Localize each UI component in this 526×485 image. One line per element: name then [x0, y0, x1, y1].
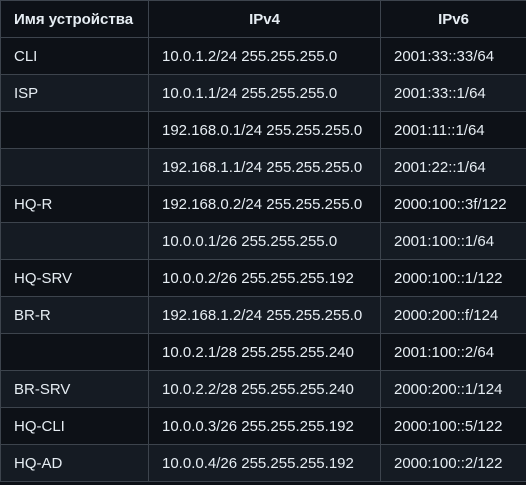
cell-device: ISP	[0, 74, 149, 112]
cell-ipv6: 2001:100::1/64	[380, 222, 526, 260]
header-device: Имя устройства	[0, 0, 149, 38]
cell-device	[0, 333, 149, 371]
cell-ipv6: 2001:11::1/64	[380, 111, 526, 149]
table-row: BR-R 192.168.1.2/24 255.255.255.0 2000:2…	[0, 296, 526, 334]
cell-device	[0, 148, 149, 186]
cell-ipv4: 192.168.0.2/24 255.255.255.0	[148, 185, 381, 223]
cell-ipv6: 2000:100::2/122	[380, 444, 526, 482]
cell-device	[0, 222, 149, 260]
address-table: Имя устройства IPv4 IPv6 CLI 10.0.1.2/24…	[0, 0, 526, 482]
cell-ipv4: 192.168.0.1/24 255.255.255.0	[148, 111, 381, 149]
cell-device: CLI	[0, 37, 149, 75]
cell-device: HQ-AD	[0, 444, 149, 482]
header-ipv4: IPv4	[148, 0, 381, 38]
table-row: HQ-AD 10.0.0.4/26 255.255.255.192 2000:1…	[0, 444, 526, 482]
cell-device: HQ-CLI	[0, 407, 149, 445]
table-row: 192.168.0.1/24 255.255.255.0 2001:11::1/…	[0, 111, 526, 149]
cell-ipv4: 10.0.2.2/28 255.255.255.240	[148, 370, 381, 408]
cell-ipv6: 2000:200::1/124	[380, 370, 526, 408]
cell-ipv4: 10.0.0.4/26 255.255.255.192	[148, 444, 381, 482]
table-row: HQ-CLI 10.0.0.3/26 255.255.255.192 2000:…	[0, 407, 526, 445]
table-row: ISP 10.0.1.1/24 255.255.255.0 2001:33::1…	[0, 74, 526, 112]
table-row: HQ-R 192.168.0.2/24 255.255.255.0 2000:1…	[0, 185, 526, 223]
cell-device: HQ-R	[0, 185, 149, 223]
table-row: CLI 10.0.1.2/24 255.255.255.0 2001:33::3…	[0, 37, 526, 75]
table-header: Имя устройства IPv4 IPv6	[0, 0, 526, 38]
cell-ipv4: 10.0.2.1/28 255.255.255.240	[148, 333, 381, 371]
cell-ipv6: 2001:33::1/64	[380, 74, 526, 112]
table-row: 10.0.0.1/26 255.255.255.0 2001:100::1/64	[0, 222, 526, 260]
table-body: CLI 10.0.1.2/24 255.255.255.0 2001:33::3…	[0, 37, 526, 482]
cell-device	[0, 111, 149, 149]
cell-ipv6: 2000:100::1/122	[380, 259, 526, 297]
cell-device: BR-SRV	[0, 370, 149, 408]
cell-device: BR-R	[0, 296, 149, 334]
cell-ipv6: 2001:100::2/64	[380, 333, 526, 371]
cell-ipv6: 2000:200::f/124	[380, 296, 526, 334]
table-row: HQ-SRV 10.0.0.2/26 255.255.255.192 2000:…	[0, 259, 526, 297]
cell-ipv6: 2000:100::5/122	[380, 407, 526, 445]
cell-ipv4: 10.0.0.2/26 255.255.255.192	[148, 259, 381, 297]
cell-ipv4: 192.168.1.1/24 255.255.255.0	[148, 148, 381, 186]
header-row: Имя устройства IPv4 IPv6	[0, 0, 526, 38]
table-row: 10.0.2.1/28 255.255.255.240 2001:100::2/…	[0, 333, 526, 371]
cell-device: HQ-SRV	[0, 259, 149, 297]
table-row: 192.168.1.1/24 255.255.255.0 2001:22::1/…	[0, 148, 526, 186]
cell-ipv4: 10.0.1.2/24 255.255.255.0	[148, 37, 381, 75]
cell-ipv4: 10.0.0.3/26 255.255.255.192	[148, 407, 381, 445]
cell-ipv4: 10.0.0.1/26 255.255.255.0	[148, 222, 381, 260]
cell-ipv6: 2001:22::1/64	[380, 148, 526, 186]
cell-ipv4: 10.0.1.1/24 255.255.255.0	[148, 74, 381, 112]
cell-ipv6: 2001:33::33/64	[380, 37, 526, 75]
header-ipv6: IPv6	[380, 0, 526, 38]
cell-ipv4: 192.168.1.2/24 255.255.255.0	[148, 296, 381, 334]
table-row: BR-SRV 10.0.2.2/28 255.255.255.240 2000:…	[0, 370, 526, 408]
cell-ipv6: 2000:100::3f/122	[380, 185, 526, 223]
